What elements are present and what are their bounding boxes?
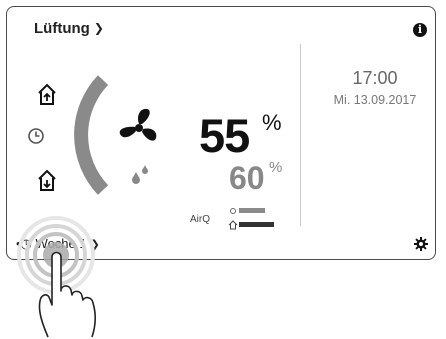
clock-date: Mi. 13.09.2017 — [333, 93, 417, 107]
humidity-drops-icon — [132, 165, 148, 184]
air-quality-bars — [228, 208, 274, 230]
fan-level-unit: % — [262, 110, 282, 135]
gear-icon[interactable] — [414, 237, 428, 251]
house-down-arrow-icon[interactable] — [36, 169, 58, 193]
info-icon[interactable]: i — [413, 23, 427, 37]
air-quality-label: AirQ — [190, 214, 210, 225]
house-up-arrow-icon[interactable] — [36, 83, 58, 107]
clock-time: 17:00 — [352, 68, 398, 88]
humidity-unit: % — [269, 159, 283, 176]
divider — [300, 44, 301, 226]
humidity-value: 60 — [229, 160, 265, 196]
outdoor-air-indicator — [230, 208, 265, 214]
level-arc — [74, 75, 109, 195]
clock-icon[interactable] — [27, 127, 45, 145]
indoor-air-indicator — [228, 220, 274, 230]
fan-icon — [119, 108, 157, 141]
mode-menu[interactable]: Lüftung ❯ — [34, 20, 104, 37]
pointing-hand-illustration — [38, 251, 96, 338]
fan-level-value: 55 — [199, 109, 250, 162]
mode-menu-label: Lüftung — [34, 20, 90, 37]
chevron-down-icon: ❯ — [93, 21, 104, 35]
